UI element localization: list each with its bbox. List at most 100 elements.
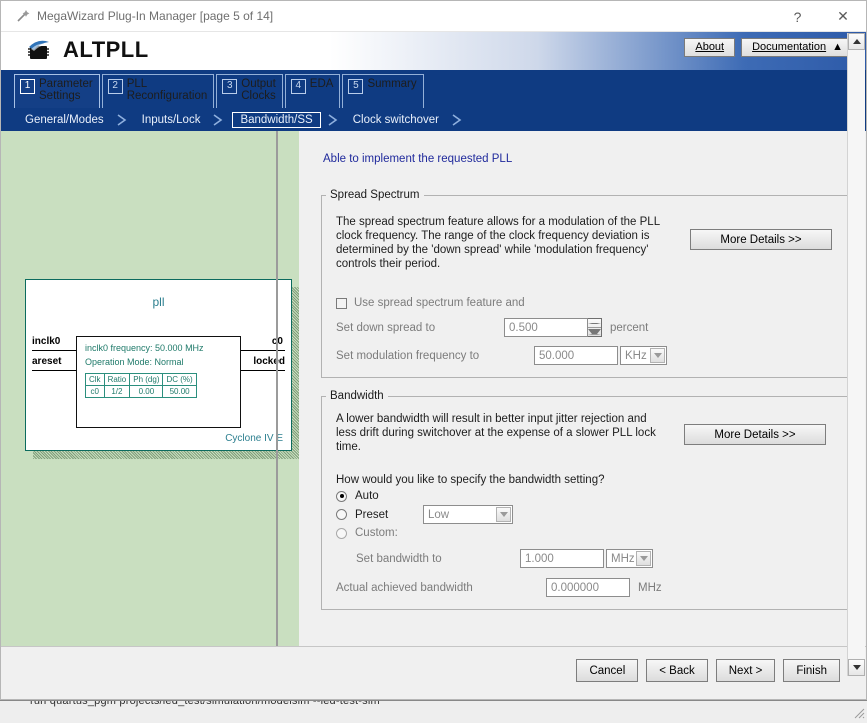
close-button[interactable]: ✕ [820, 1, 866, 32]
modulation-frequency-input[interactable] [534, 346, 618, 365]
tab-label: Output Clocks [241, 78, 276, 102]
pin-wire [241, 370, 285, 371]
operation-mode-text: Operation Mode: Normal [85, 357, 184, 367]
about-button[interactable]: About [684, 38, 736, 57]
breadcrumb: General/Modes Inputs/Lock Bandwidth/SS C… [1, 108, 866, 131]
down-spread-spinner[interactable] [588, 318, 602, 337]
tab-number: 4 [290, 79, 306, 94]
tab-pll-reconfiguration[interactable]: 2 PLL Reconfiguration [101, 74, 215, 108]
spread-spectrum-description: The spread spectrum feature allows for a… [336, 216, 660, 270]
background-status-bar: run quartus_pgm projects/led_test/simula… [0, 700, 867, 723]
table-cell: 50.00 [162, 385, 197, 398]
spread-spectrum-legend: Spread Spectrum [330, 189, 420, 201]
use-spread-spectrum-row[interactable]: Use spread spectrum feature and [336, 297, 833, 309]
pll-core-box: inclk0 frequency: 50.000 MHz Operation M… [76, 336, 241, 428]
chevron-down-icon[interactable] [650, 348, 665, 363]
pin-wire [241, 350, 285, 351]
preset-label: Preset [355, 508, 389, 521]
bandwidth-legend: Bandwidth [330, 390, 384, 402]
preset-radio[interactable] [336, 509, 347, 520]
bandwidth-option-custom[interactable]: Custom: [336, 527, 833, 539]
diagram-title: pll [152, 295, 165, 309]
auto-label: Auto [355, 490, 379, 502]
preset-select[interactable]: Low [423, 505, 513, 524]
tab-number: 1 [20, 79, 35, 94]
modulation-frequency-row: Set modulation frequency to KHz [336, 346, 833, 365]
set-bandwidth-unit-select[interactable]: MHz [606, 549, 653, 568]
chevron-right-icon [321, 113, 347, 127]
bandwidth-group: Bandwidth A lower bandwidth will result … [321, 390, 848, 610]
bandwidth-more-details-button[interactable]: More Details >> [684, 424, 826, 445]
table-header-row: Clk Ratio Ph (dg) DC (%) [85, 373, 197, 386]
actual-bandwidth-unit: MHz [638, 581, 662, 594]
footer-buttons: Cancel < Back Next > Finish [576, 659, 840, 682]
documentation-button-label: Documentation [752, 41, 827, 53]
product-name: ALTPLL [63, 37, 149, 62]
custom-radio[interactable] [336, 527, 347, 539]
vertical-scroll-track[interactable] [848, 50, 865, 659]
bandwidth-option-auto[interactable]: Auto [336, 490, 833, 502]
chevron-down-icon[interactable] [636, 551, 651, 566]
product-banner: ALTPLL About Documentation ▲ [1, 32, 866, 70]
use-spread-spectrum-checkbox[interactable] [336, 297, 347, 309]
chevron-up-icon: ▲ [832, 41, 843, 53]
back-button-label: < Back [659, 664, 695, 677]
breadcrumb-general-modes[interactable]: General/Modes [19, 113, 110, 127]
table-cell: 1/2 [103, 385, 131, 398]
set-bandwidth-label: Set bandwidth to [356, 552, 442, 565]
breadcrumb-inputs-lock[interactable]: Inputs/Lock [136, 113, 207, 127]
table-header-cell: Ratio [103, 373, 131, 386]
table-row: c0 1/2 0.00 50.00 [85, 385, 197, 398]
dialog-body: pll inclk0 areset c0 locked inclk0 frequ… [1, 131, 866, 646]
documentation-button[interactable]: Documentation ▲ [741, 38, 854, 57]
tab-eda[interactable]: 4 EDA [284, 74, 341, 108]
modulation-frequency-unit-select[interactable]: KHz [620, 346, 667, 365]
tab-summary[interactable]: 5 Summary [342, 74, 424, 108]
finish-button[interactable]: Finish [783, 659, 840, 682]
pin-wire [32, 350, 76, 351]
background-status-text: run quartus_pgm projects/led_test/simula… [30, 700, 380, 707]
panel-splitter[interactable] [276, 131, 278, 646]
spread-spectrum-group: Spread Spectrum The spread spectrum feat… [321, 189, 848, 378]
spinner-up-icon[interactable] [588, 319, 601, 328]
breadcrumb-bandwidth-ss[interactable]: Bandwidth/SS [232, 111, 321, 128]
scroll-down-arrow-icon[interactable] [848, 659, 865, 676]
modulation-frequency-unit-value: KHz [625, 349, 647, 362]
device-family-label: Cyclone IV E [225, 433, 283, 444]
tab-number: 2 [107, 79, 123, 94]
cancel-button[interactable]: Cancel [576, 659, 639, 682]
chevron-right-icon [206, 113, 232, 127]
resize-grip-icon[interactable] [851, 705, 865, 719]
bandwidth-body: A lower bandwidth will result in better … [322, 402, 847, 609]
banner-buttons: About Documentation ▲ [684, 38, 854, 57]
window-title: MegaWizard Plug-In Manager [page 5 of 14… [37, 9, 274, 23]
tab-parameter-settings[interactable]: 1 Parameter Settings [14, 74, 100, 108]
spread-spectrum-more-details-button[interactable]: More Details >> [690, 229, 832, 250]
finish-button-label: Finish [796, 664, 827, 677]
bandwidth-question: How would you like to specify the bandwi… [336, 474, 605, 486]
scroll-up-arrow-icon[interactable] [848, 33, 865, 50]
down-spread-label: Set down spread to [336, 321, 436, 334]
chevron-down-icon[interactable] [496, 507, 511, 522]
help-button[interactable]: ? [775, 1, 820, 32]
megawizard-dialog: MegaWizard Plug-In Manager [page 5 of 14… [0, 0, 867, 700]
modulation-frequency-label: Set modulation frequency to [336, 349, 480, 362]
actual-bandwidth-row: Actual achieved bandwidth MHz [336, 578, 833, 597]
set-bandwidth-row: Set bandwidth to MHz [356, 549, 833, 568]
down-spread-input[interactable] [504, 318, 588, 337]
table-header-cell: Ph (dg) [129, 373, 164, 386]
auto-radio[interactable] [336, 490, 347, 502]
bandwidth-option-preset[interactable]: Preset Low [336, 505, 833, 524]
breadcrumb-clock-switchover[interactable]: Clock switchover [347, 113, 445, 127]
tab-label: PLL Reconfiguration [126, 78, 208, 102]
back-button[interactable]: < Back [646, 659, 708, 682]
set-bandwidth-input[interactable] [520, 549, 604, 568]
chevron-right-icon [445, 113, 471, 127]
custom-label: Custom: [355, 527, 398, 539]
tab-output-clocks[interactable]: 3 Output Clocks [216, 74, 283, 108]
next-button[interactable]: Next > [715, 659, 776, 682]
actual-bandwidth-input [546, 578, 630, 597]
dialog-vertical-scrollbar[interactable] [847, 33, 865, 676]
pin-label-areset: areset [32, 356, 62, 367]
spinner-down-icon[interactable] [588, 328, 601, 336]
